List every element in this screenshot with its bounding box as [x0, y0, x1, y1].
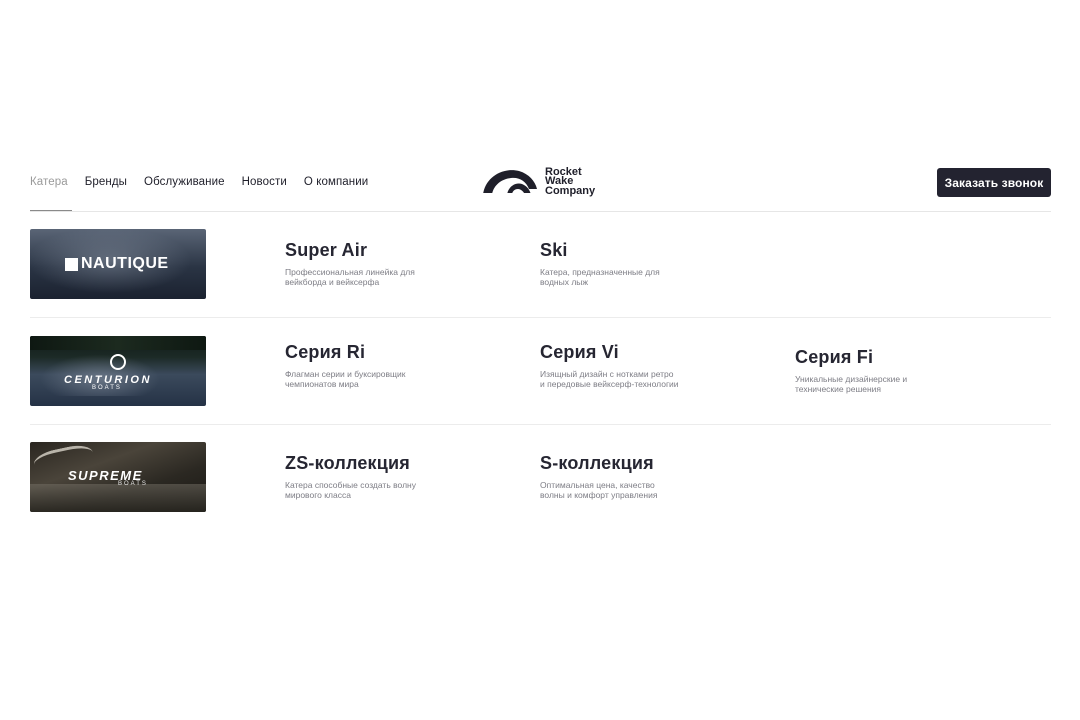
- series-title: ZS-коллекция: [285, 453, 410, 473]
- series-desc: Оптимальная цена, качество волны и комфо…: [540, 480, 658, 500]
- series-card[interactable]: Серия Ri Флагман серии и буксировщик чем…: [285, 342, 415, 389]
- nautique-logo: NAUTIQUE: [65, 255, 169, 273]
- series-title: Серия Fi: [795, 347, 874, 367]
- series-desc: Флагман серии и буксировщик чемпионатов …: [285, 369, 406, 389]
- nav-item-brands[interactable]: Бренды: [85, 176, 127, 188]
- centurion-brand-image[interactable]: CENTURION BOATS: [30, 336, 206, 406]
- site-header: Катера Бренды Обслуживание Новости О ком…: [30, 160, 1051, 212]
- series-title: S-коллекция: [540, 453, 654, 473]
- brand-row-centurion: CENTURION BOATS Серия Ri Флагман серии и…: [30, 336, 1051, 425]
- series-desc: Катера, предназначенные для водных лыж: [540, 267, 660, 287]
- series-title: Серия Vi: [540, 342, 619, 362]
- series-card[interactable]: Ski Катера, предназначенные для водных л…: [540, 240, 680, 287]
- wave-logo-icon: [483, 170, 539, 196]
- treeline-band: [30, 336, 206, 350]
- centurion-emblem-icon: [110, 354, 126, 370]
- series-card[interactable]: S-коллекция Оптимальная цена, качество в…: [540, 453, 680, 500]
- supreme-brand-image[interactable]: SUPREME BOATS: [30, 442, 206, 512]
- series-card[interactable]: Серия Fi Уникальные дизайнерские и техни…: [795, 347, 935, 394]
- nav-item-boats[interactable]: Катера: [30, 176, 68, 188]
- series-card[interactable]: ZS-коллекция Катера способные создать во…: [285, 453, 425, 500]
- logo-line-3: Company: [545, 184, 596, 197]
- series-title: Ski: [540, 240, 568, 260]
- nav-item-service[interactable]: Обслуживание: [144, 176, 225, 188]
- company-logo[interactable]: Rocket Wake Company: [483, 167, 595, 197]
- nautique-logo-text: NAUTIQUE: [81, 255, 169, 272]
- nav-active-underline: [30, 210, 72, 211]
- request-call-button[interactable]: Заказать звонок: [937, 168, 1051, 197]
- series-title: Super Air: [285, 240, 368, 260]
- series-card[interactable]: Super Air Профессиональная линейка для в…: [285, 240, 425, 287]
- series-title: Серия Ri: [285, 342, 366, 362]
- main-nav: Катера Бренды Обслуживание Новости О ком…: [30, 176, 385, 188]
- brand-row-nautique: NAUTIQUE Super Air Профессиональная лине…: [30, 229, 1051, 318]
- centurion-logo-sub: BOATS: [92, 385, 122, 391]
- series-card[interactable]: Серия Vi Изящный дизайн с нотками ретро …: [540, 342, 680, 389]
- nautique-emblem-icon: [65, 257, 78, 271]
- hull-silhouette: [30, 484, 206, 512]
- nautique-brand-image[interactable]: NAUTIQUE: [30, 229, 206, 299]
- nav-item-news[interactable]: Новости: [242, 176, 287, 188]
- logo-wordmark: Rocket Wake Company: [545, 167, 596, 197]
- series-desc: Профессиональная линейка для вейкборда и…: [285, 267, 415, 287]
- series-desc: Изящный дизайн с нотками ретро и передов…: [540, 369, 679, 389]
- supreme-logo-sub: BOATS: [118, 481, 148, 487]
- series-desc: Катера способные создать волну мирового …: [285, 480, 416, 500]
- brand-row-supreme: SUPREME BOATS ZS-коллекция Катера способ…: [30, 442, 1051, 522]
- series-desc: Уникальные дизайнерские и технические ре…: [795, 374, 908, 394]
- nav-item-about[interactable]: О компании: [304, 176, 368, 188]
